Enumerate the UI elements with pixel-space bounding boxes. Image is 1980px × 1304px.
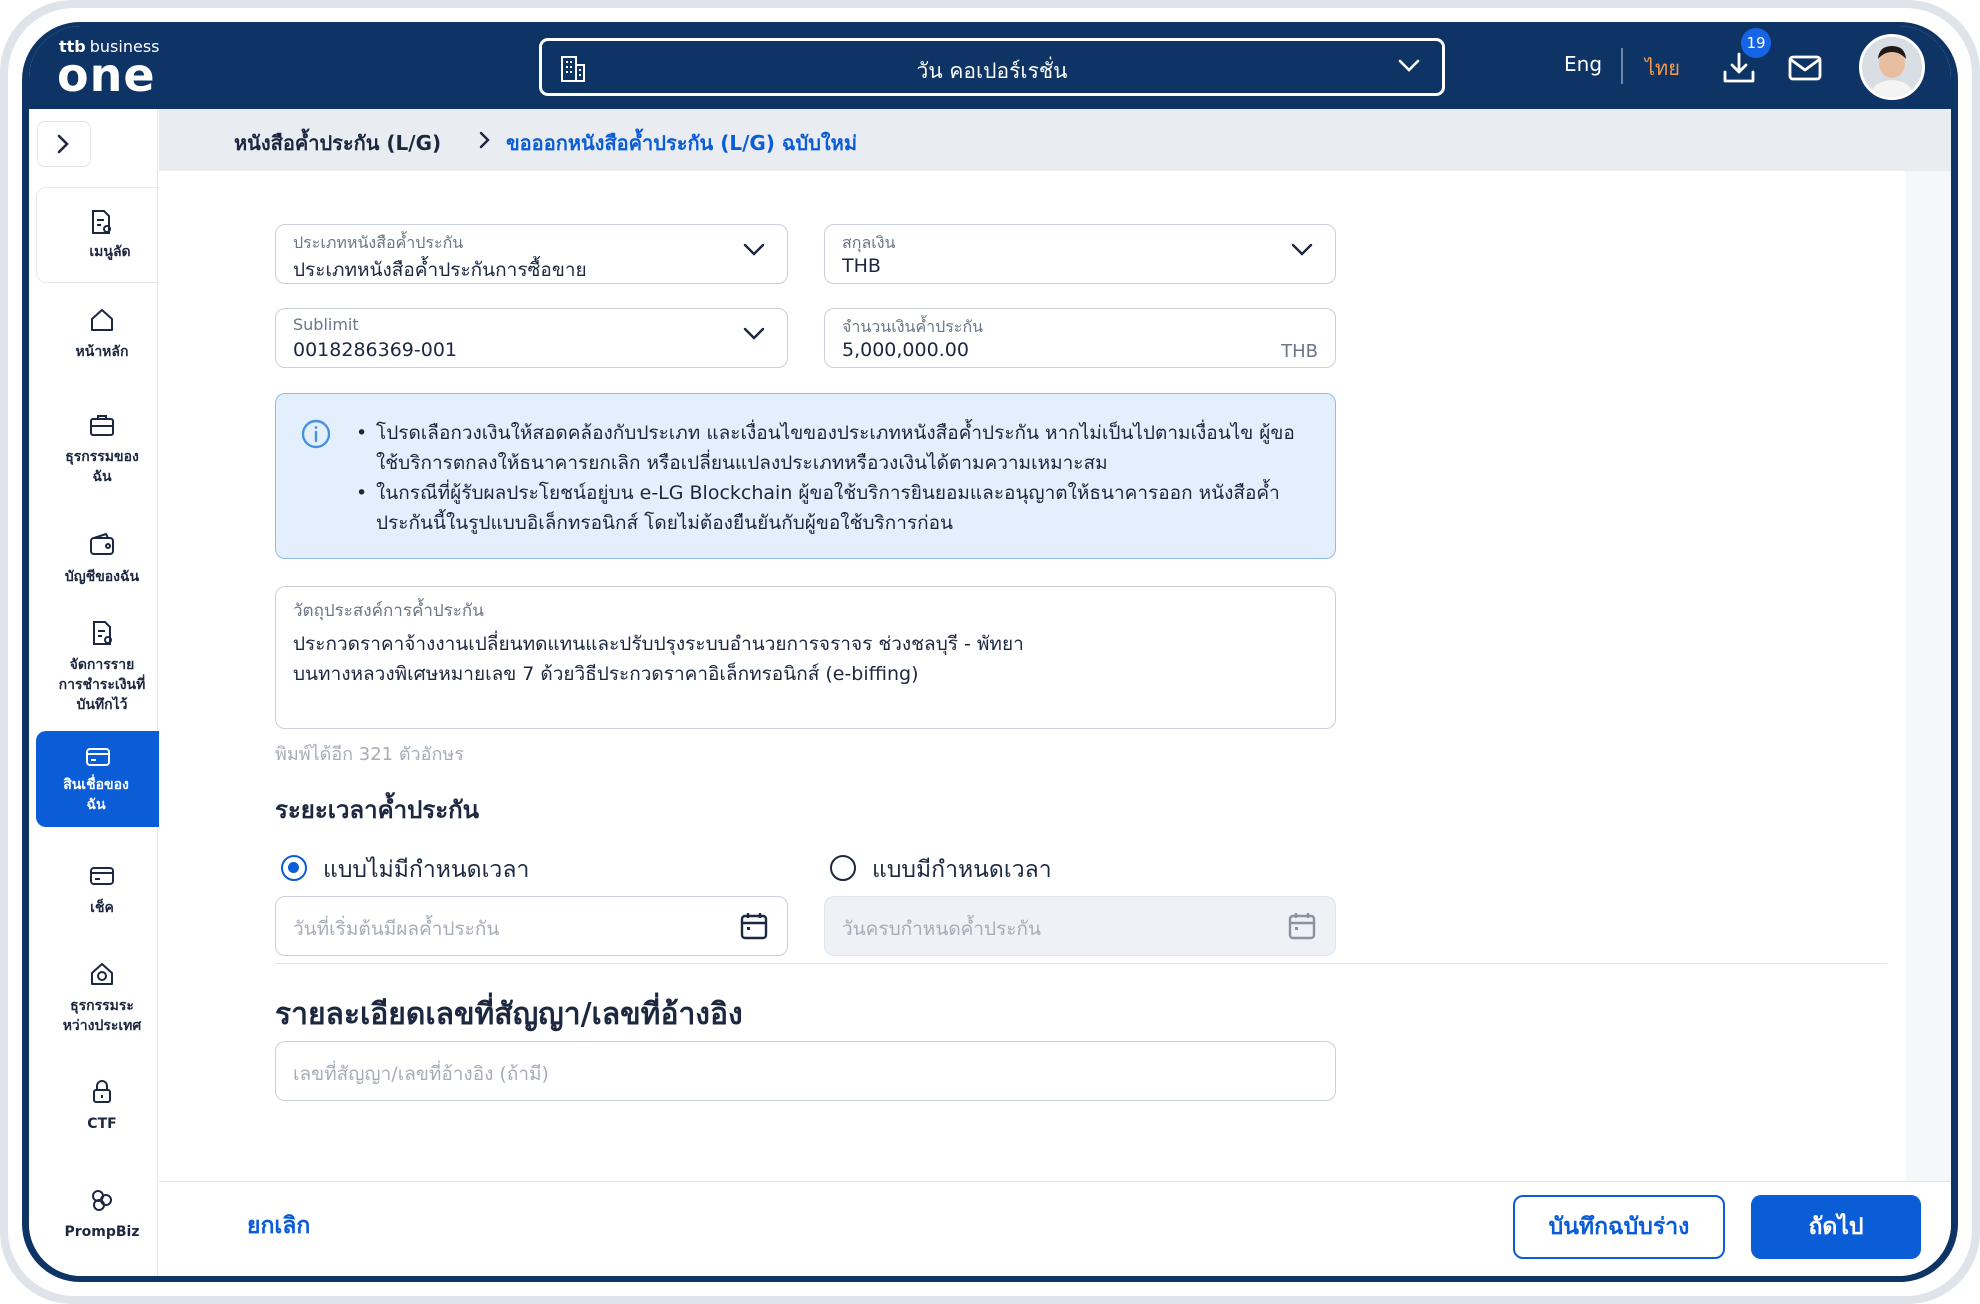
info-icon [301,419,331,449]
avatar-image [1862,37,1922,97]
calendar-icon[interactable] [739,911,769,941]
chevron-down-icon [1398,59,1420,72]
currency-suffix: THB [1281,341,1318,362]
credit-card-icon [90,867,114,885]
app-logo[interactable]: one [57,48,156,102]
wallet-icon [90,532,114,555]
lang-english[interactable]: Eng [1564,52,1602,76]
lang-thai[interactable]: ไทย [1645,52,1680,84]
coins-icon [92,1190,112,1211]
contract-number-input[interactable]: เลขที่สัญญา/เลขที่อ้างอิง (ถ้ามี) [275,1041,1336,1101]
field-value: 0018286369-001 [293,339,458,361]
chevron-right-icon [479,131,490,149]
download-count-badge: 19 [1741,28,1771,58]
section-divider [275,963,1887,964]
sidebar-item-label: ธุรกรรมของ ฉัน [65,449,139,485]
amount-input[interactable]: จำนวนเงินค้ำประกัน 5,000,000.00 THB [824,308,1336,368]
field-value: ประเภทหนังสือค้ำประกันการซื้อขาย [293,259,587,281]
document-gear-icon [92,210,111,234]
sidebar-item-label: เช็ค [90,900,114,916]
sidebar-item-label: CTF [87,1116,117,1132]
scrollbar-track[interactable] [1906,171,1951,1181]
app-screen: ttb business one วัน คอเปอร์เรชั่น Eng ไท… [29,26,1951,1276]
credit-card-icon [86,748,110,766]
contract-section-title: รายละเอียดเลขที่สัญญา/เลขที่อ้างอิง [275,997,743,1032]
breadcrumb-current: ขอออกหนังสือค้ำประกัน (L/G) ฉบับใหม่ [506,131,858,155]
radio-fixed-term[interactable]: แบบมีกำหนดเวลา [830,855,1130,885]
end-date-input: วันครบกำหนดค้ำประกัน [824,896,1336,956]
info-item: ในกรณีที่ผู้รับผลประโยชน์อยู่บน e-LG Blo… [356,478,1316,538]
breadcrumb-parent[interactable]: หนังสือค้ำประกัน (L/G) [234,127,441,159]
sidebar-expand-button[interactable] [37,121,91,167]
field-value: THB [842,255,881,277]
field-label: ประเภทหนังสือค้ำประกัน [293,233,464,252]
field-value: 5,000,000.00 [842,339,969,361]
sidebar-item-label: บัญชีของฉัน [64,569,140,585]
globe-home-icon [91,963,113,985]
radio-label: แบบไม่มีกำหนดเวลา [323,857,530,883]
home-icon [91,309,113,331]
field-placeholder: วันที่เริ่มต้นมีผลค้ำประกัน [293,918,500,940]
sidebar-item-label: สินเชื่อของ ฉัน [63,777,129,813]
lang-divider [1621,48,1623,84]
form-content: ประเภทหนังสือค้ำประกัน ประเภทหนังสือค้ำป… [159,171,1906,1181]
sidebar-item-label: PrompBiz [64,1224,140,1240]
mail-icon[interactable] [1787,52,1823,84]
radio-unselected-icon [830,855,856,881]
cancel-button[interactable]: ยกเลิก [247,1208,310,1244]
info-list: โปรดเลือกวงเงินให้สอดคล้องกับประเภท และเ… [356,418,1316,538]
field-placeholder: เลขที่สัญญา/เลขที่อ้างอิง (ถ้ามี) [293,1063,549,1085]
sidebar-item-label: จัดการราย การชำระเงินที่ บันทึกไว้ [58,657,146,713]
action-footer: ยกเลิก บันทึกฉบับร่าง ถัดไป [159,1181,1951,1276]
radio-selected-icon [281,855,307,881]
chevron-down-icon [743,327,765,340]
chevron-down-icon [743,243,765,256]
radio-label: แบบมีกำหนดเวลา [872,857,1052,883]
top-header: ttb business one วัน คอเปอร์เรชั่น Eng ไท… [29,26,1951,109]
purpose-textarea[interactable]: วัตถุประสงค์การค้ำประกัน ประกวดราคาจ้างง… [275,586,1336,729]
lock-icon [93,1080,111,1103]
purpose-text: ประกวดราคาจ้างงานเปลี่ยนทดแทนและปรับปรุง… [293,633,1024,685]
field-label: จำนวนเงินค้ำประกัน [842,317,984,336]
sidebar-item-label: ธุรกรรมระ หว่างประเทศ [62,998,142,1034]
chevron-down-icon [1291,243,1313,256]
character-counter: พิมพ์ได้อีก 321 ตัวอักษร [275,744,464,765]
document-gear-icon [93,621,112,645]
next-button[interactable]: ถัดไป [1751,1195,1921,1259]
radio-no-expiry[interactable]: แบบไม่มีกำหนดเวลา [281,855,581,885]
period-section-title: ระยะเวลาค้ำประกัน [275,796,480,824]
company-selector[interactable]: วัน คอเปอร์เรชั่น [539,38,1445,96]
user-avatar[interactable] [1859,34,1925,100]
company-name: วัน คอเปอร์เรชั่น [916,59,1068,83]
chevron-right-icon [57,134,69,154]
info-notice: โปรดเลือกวงเงินให้สอดคล้องกับประเภท และเ… [275,393,1336,559]
sublimit-select[interactable]: Sublimit 0018286369-001 [275,308,788,368]
calendar-icon [1288,913,1316,940]
field-placeholder: วันครบกำหนดค้ำประกัน [842,918,1041,940]
save-draft-button[interactable]: บันทึกฉบับร่าง [1513,1195,1725,1259]
info-item: โปรดเลือกวงเงินให้สอดคล้องกับประเภท และเ… [356,418,1316,478]
briefcase-icon [90,415,114,436]
field-label: สกุลเงิน [842,233,896,252]
sidebar-item-label: หน้าหลัก [75,344,129,360]
field-label: Sublimit [293,315,359,334]
field-label: วัตถุประสงค์การค้ำประกัน [293,601,484,621]
breadcrumb: หนังสือค้ำประกัน (L/G) ขอออกหนังสือค้ำปร… [159,109,1951,171]
start-date-input[interactable]: วันที่เริ่มต้นมีผลค้ำประกัน [275,896,788,956]
currency-select[interactable]: สกุลเงิน THB [824,224,1336,284]
lg-type-select[interactable]: ประเภทหนังสือค้ำประกัน ประเภทหนังสือค้ำป… [275,224,788,284]
